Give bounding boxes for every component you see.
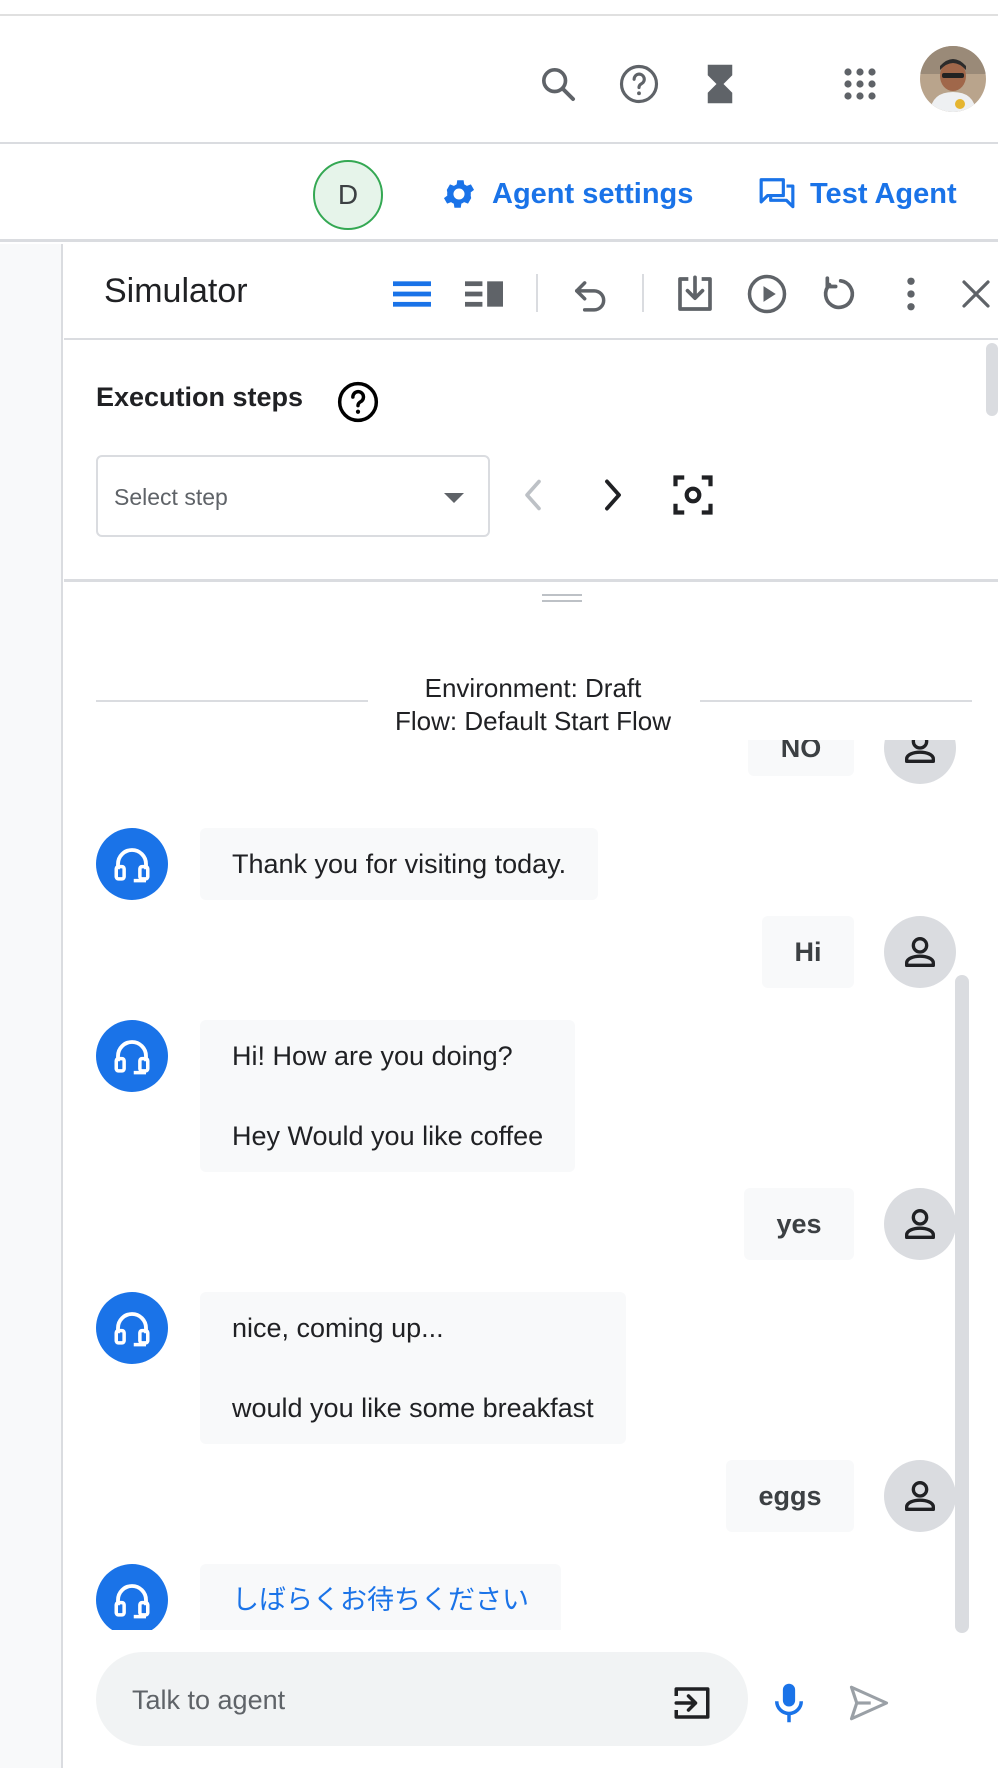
agent-bar: D Agent settings Test Agent (0, 146, 998, 242)
user-message-text: NO (780, 740, 822, 763)
agent-message: Thank you for visiting today. (200, 828, 599, 900)
agent-message: nice, coming up... would you like some b… (200, 1292, 626, 1444)
environment-info: Environment: Draft Flow: Default Start F… (370, 672, 696, 738)
user-message-text: Hi (794, 936, 822, 967)
reset-icon[interactable] (817, 272, 861, 316)
agent-message: Hi! How are you doing? Hey Would you lik… (200, 1020, 576, 1172)
help-icon[interactable] (617, 62, 661, 106)
user-message-text: eggs (758, 1480, 822, 1511)
user-avatar (884, 916, 956, 988)
agent-message-text: nice, coming up... (232, 1313, 444, 1343)
simulator-title: Simulator (104, 272, 248, 310)
agent-message: しばらくお待ちください (200, 1564, 561, 1630)
app-bar (0, 16, 998, 144)
export-icon[interactable] (673, 272, 717, 316)
resize-handle[interactable] (542, 594, 582, 602)
execution-steps-panel: Execution steps Select step (64, 342, 998, 582)
gear-icon (443, 180, 475, 208)
user-message: Hi (762, 916, 854, 988)
microphone-icon[interactable] (764, 1678, 814, 1728)
headset-icon (114, 1584, 150, 1619)
apps-grid-icon[interactable] (838, 62, 882, 106)
headset-icon (114, 848, 150, 883)
talk-to-agent-input[interactable] (132, 1680, 652, 1720)
user-message: eggs (726, 1460, 854, 1532)
user-avatar (884, 740, 956, 784)
agent-message-text: Hi! How are you doing? (232, 1041, 513, 1071)
agent-settings-button[interactable]: Agent settings (440, 166, 693, 222)
account-avatar[interactable] (920, 46, 986, 112)
flow-label: Flow: Default Start Flow (395, 706, 671, 736)
select-step-placeholder: Select step (114, 484, 228, 510)
env-divider-left (96, 700, 368, 702)
play-icon[interactable] (745, 272, 789, 316)
select-step-dropdown[interactable]: Select step (96, 455, 490, 537)
execution-steps-title: Execution steps (96, 382, 304, 412)
hourglass-icon[interactable] (698, 62, 742, 106)
user-avatar (884, 1460, 956, 1532)
agent-avatar (96, 1292, 168, 1364)
talk-to-agent-field[interactable] (96, 1652, 748, 1746)
previous-step-icon[interactable] (508, 470, 558, 520)
person-icon (905, 1209, 935, 1239)
user-message: NO (748, 740, 854, 776)
agent-avatar (96, 1020, 168, 1092)
toolbar-divider (536, 274, 538, 312)
help-icon[interactable] (336, 380, 380, 424)
left-rail (0, 244, 63, 1768)
agent-message-text: would you like some breakfast (232, 1393, 594, 1423)
user-message-text: yes (776, 1208, 822, 1239)
person-icon (905, 1481, 935, 1511)
agent-avatar (96, 1564, 168, 1630)
list-view-icon[interactable] (390, 272, 434, 316)
undo-icon[interactable] (569, 272, 613, 316)
chat-icon (759, 178, 795, 209)
agent-avatar (96, 828, 168, 900)
conversation-scrollbar[interactable] (955, 975, 969, 1633)
execution-panel-scrollbar[interactable] (986, 343, 998, 416)
user-message: yes (744, 1188, 854, 1260)
env-divider-right (700, 700, 972, 702)
next-step-icon[interactable] (588, 470, 638, 520)
agent-settings-label: Agent settings (492, 177, 694, 210)
toolbar-divider (642, 274, 644, 312)
headset-icon (114, 1312, 150, 1347)
chevron-down-icon (444, 493, 464, 503)
person-icon (905, 740, 935, 763)
environment-label: Environment: Draft (424, 673, 642, 703)
agent-badge[interactable]: D (313, 160, 383, 230)
send-icon[interactable] (844, 1678, 894, 1728)
split-view-icon[interactable] (462, 272, 506, 316)
conversation-area: NO Thank you for visiting today. Hi Hi! … (64, 740, 959, 1630)
close-icon[interactable] (954, 272, 998, 316)
agent-message-text: Hey Would you like coffee (232, 1121, 544, 1151)
focus-step-icon[interactable] (668, 470, 718, 520)
agent-message-text: しばらくお待ちください (232, 1585, 529, 1615)
simulator-header: Simulator (64, 244, 998, 340)
agent-message-text: Thank you for visiting today. (232, 849, 567, 879)
headset-icon (114, 1040, 150, 1075)
search-icon[interactable] (536, 62, 580, 106)
test-agent-button[interactable]: Test Agent (758, 166, 957, 222)
person-icon (905, 937, 935, 967)
more-vert-icon[interactable] (889, 272, 933, 316)
test-agent-label: Test Agent (810, 177, 957, 210)
insert-event-icon[interactable] (667, 1678, 717, 1728)
user-avatar (884, 1188, 956, 1260)
